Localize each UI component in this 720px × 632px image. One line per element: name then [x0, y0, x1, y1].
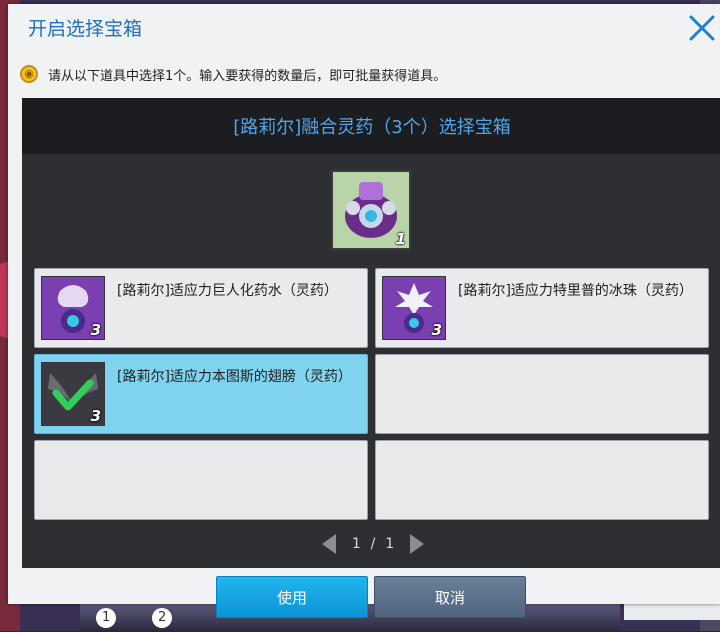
item-icon-frame: 3	[382, 276, 446, 340]
panel-title: [路莉尔]融合灵药（3个）选择宝箱	[22, 98, 720, 154]
notice-text: 请从以下道具中选择1个。输入要获得的数量后，即可批量获得道具。	[48, 68, 447, 84]
item-slot-wings[interactable]: 3 [路莉尔]适应力本图斯的翅膀（灵药）	[34, 354, 368, 434]
item-slot-giant-potion[interactable]: 3 [路莉尔]适应力巨人化药水（灵药）	[34, 268, 368, 348]
cancel-button[interactable]: 取消	[374, 576, 526, 618]
box-preview: 1	[331, 170, 411, 250]
next-page-button[interactable]	[404, 532, 428, 556]
empty-item-slot	[375, 354, 709, 434]
dialog-title: 开启选择宝箱	[28, 18, 143, 40]
page-total: 1	[385, 536, 395, 552]
close-button[interactable]	[684, 10, 720, 46]
item-quantity: 3	[90, 321, 101, 339]
dialog-titlebar: 开启选择宝箱	[8, 4, 720, 50]
item-label: [路莉尔]适应力巨人化药水（灵药）	[117, 283, 338, 299]
coin-icon: ◉	[20, 65, 38, 83]
item-quantity: 3	[431, 321, 442, 339]
chevron-right-icon	[410, 534, 424, 554]
preview-quantity: 1	[395, 230, 406, 248]
select-box-dialog: 开启选择宝箱 ◉ 请从以下道具中选择1个。输入要获得的数量后，即可批量获得道具。…	[8, 4, 720, 618]
item-label: [路莉尔]适应力特里普的冰珠（灵药）	[458, 283, 693, 299]
item-quantity: 3	[90, 407, 101, 425]
empty-item-slot	[34, 440, 368, 520]
empty-item-slot	[375, 440, 709, 520]
use-button[interactable]: 使用	[216, 576, 368, 618]
pagination: 1 / 1	[318, 530, 428, 558]
item-label: [路莉尔]适应力本图斯的翅膀（灵药）	[117, 369, 352, 385]
close-icon	[689, 15, 715, 41]
item-icon-frame: 3	[41, 276, 105, 340]
notice-row: ◉ 请从以下道具中选择1个。输入要获得的数量后，即可批量获得道具。	[20, 56, 710, 92]
item-slot-ice-bead[interactable]: 3 [路莉尔]适应力特里普的冰珠（灵药）	[375, 268, 709, 348]
item-panel: [路莉尔]融合灵药（3个）选择宝箱 1 3 [路莉尔]适应力巨人化药水（灵药） …	[22, 98, 720, 568]
prev-page-button[interactable]	[318, 532, 342, 556]
chevron-left-icon	[322, 534, 336, 554]
item-icon-frame: 3	[41, 362, 105, 426]
page-current: 1	[351, 536, 361, 552]
page-separator: /	[370, 536, 376, 552]
